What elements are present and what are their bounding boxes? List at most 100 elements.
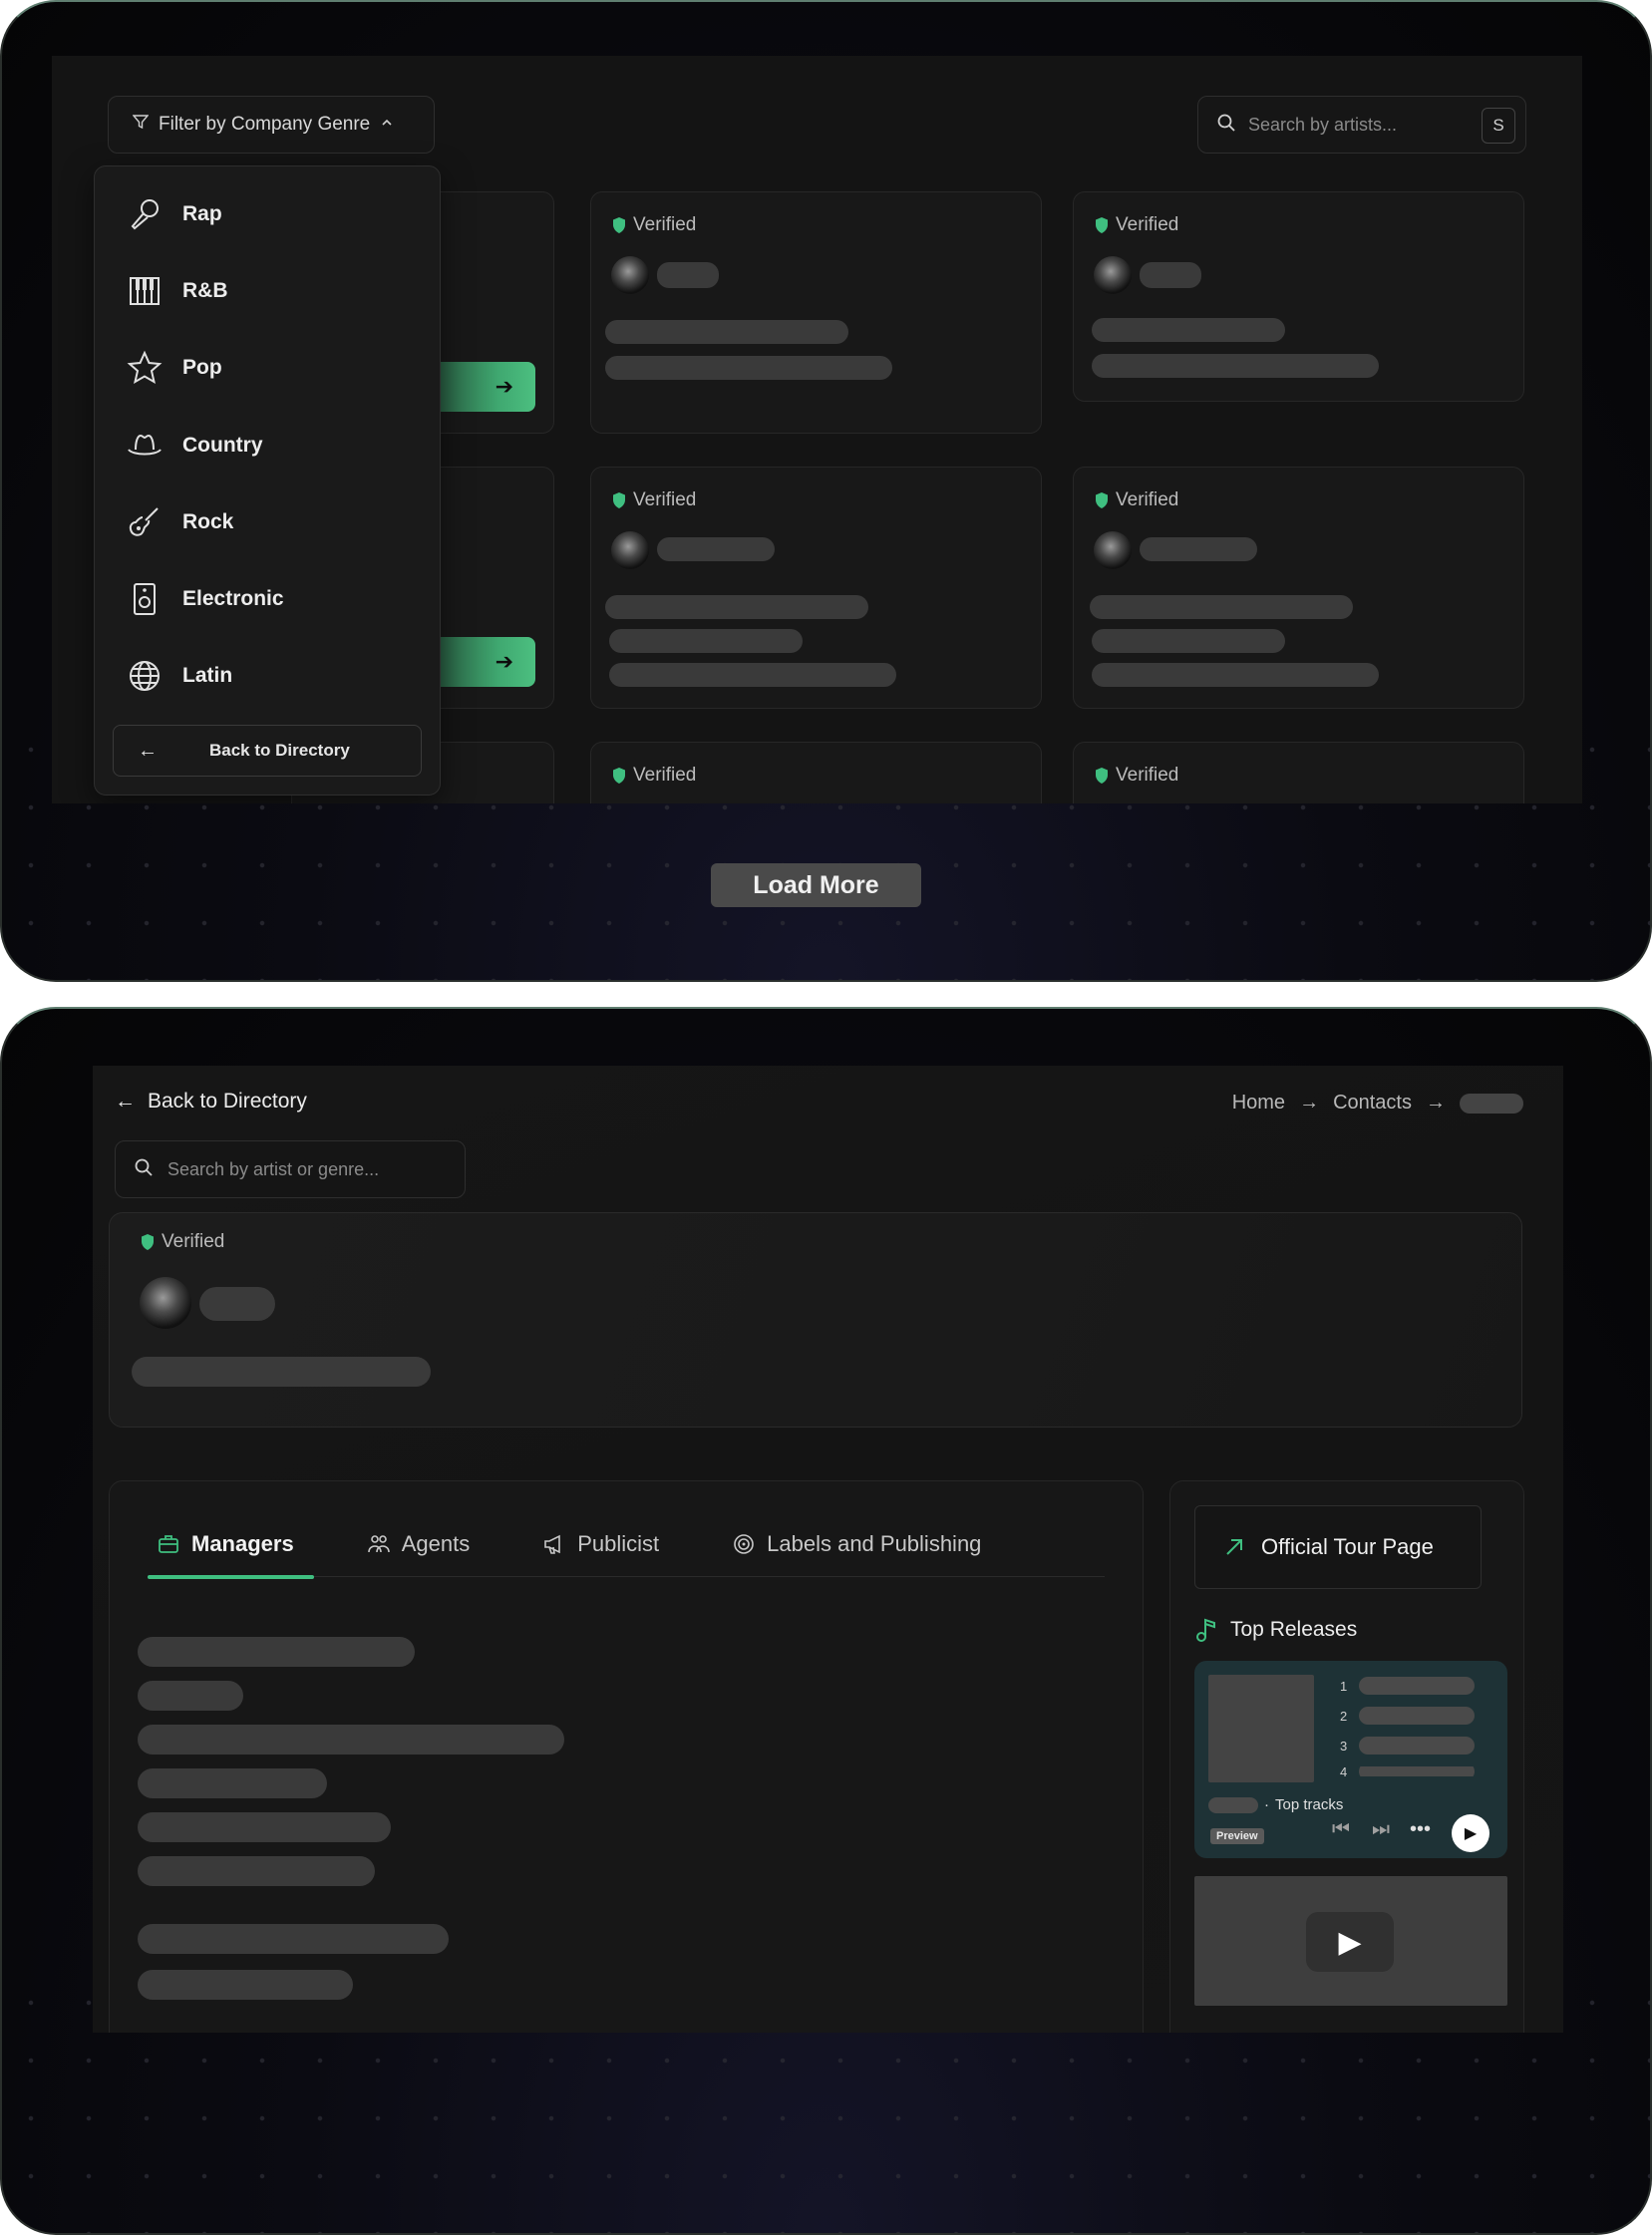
tab-publicist[interactable]: Publicist [533,1511,679,1577]
dot-separator: · [1264,1796,1269,1813]
verified-label: Verified [1116,765,1179,786]
track-row[interactable]: 1 [1340,1677,1476,1695]
genre-label: Electronic [182,587,284,610]
shield-check-icon [1096,217,1108,233]
shield-check-icon [142,1234,154,1250]
artist-card[interactable]: Verified [1073,742,1524,803]
name-skeleton [199,1287,275,1321]
genre-label: R&B [182,279,228,302]
search-shortcut-key: S [1482,108,1515,144]
back-to-directory-button[interactable]: ← Back to Directory [113,725,422,777]
track-number: 3 [1340,1738,1348,1754]
top-tracks-label: Top tracks [1275,1796,1344,1813]
top-releases-heading: Top Releases [1194,1617,1357,1643]
text-skeleton [138,1812,391,1842]
top-tracks-caption: · Top tracks [1208,1796,1343,1813]
track-title-skeleton [1359,1707,1476,1725]
artist-genre-search-input[interactable]: Search by artist or genre... [115,1140,466,1198]
arrow-left-icon: ← [115,1090,136,1113]
more-options-icon[interactable]: ••• [1410,1818,1431,1841]
genre-item-rock[interactable]: Rock [127,504,233,540]
arrow-right-icon: → [1299,1092,1320,1114]
back-label: Back to Directory [209,741,350,760]
tab-managers[interactable]: Managers [148,1511,314,1579]
device-frame-directory: Filter by Company Genre Search by artist… [0,0,1652,982]
tab-label: Labels and Publishing [767,1531,982,1556]
video-play-icon[interactable]: ▶ [1306,1912,1394,1972]
name-skeleton [1140,537,1257,561]
shield-check-icon [1096,492,1108,508]
genre-item-rap[interactable]: Rap [127,196,222,232]
text-skeleton [605,356,892,380]
artist-name-skeleton [1208,1796,1258,1813]
name-skeleton [1140,262,1201,288]
search-icon [1216,113,1236,138]
genre-label: Country [182,434,263,457]
genre-dropdown-menu: Rap R&B Pop Country Rock Electronic Lati… [94,165,441,796]
text-skeleton [609,629,803,653]
shield-check-icon [613,492,625,508]
tab-label: Agents [401,1531,471,1556]
artist-search-input[interactable]: Search by artists... S [1197,96,1526,154]
guitar-icon [129,507,159,536]
genre-label: Pop [182,356,222,379]
genre-item-latin[interactable]: Latin [127,658,232,694]
official-tour-page-button[interactable]: Official Tour Page [1194,1505,1482,1589]
shield-check-icon [1096,768,1108,784]
play-button[interactable]: ▶ [1452,1814,1489,1852]
text-skeleton [1092,663,1379,687]
verified-badge: Verified [611,765,696,787]
search-placeholder: Search by artists... [1248,114,1398,135]
next-track-icon[interactable]: ⏭ [1372,1818,1390,1841]
avatar [611,531,649,569]
text-skeleton [138,1856,375,1886]
arrow-left-icon: ← [138,739,158,762]
video-embed[interactable]: ▶ [1194,1876,1507,2006]
shield-check-icon [613,768,625,784]
track-row[interactable]: 2 [1340,1707,1476,1725]
artist-card[interactable]: Verified [590,191,1042,434]
text-skeleton [1092,318,1285,342]
tab-agents[interactable]: Agents [358,1511,491,1577]
verified-label: Verified [633,214,697,235]
genre-item-rnb[interactable]: R&B [127,273,228,309]
text-skeleton [605,320,848,344]
back-link-label: Back to Directory [148,1090,307,1113]
filter-icon [132,114,150,136]
device-frame-profile: ← Back to Directory Home → Contacts → Se… [0,1007,1652,2235]
tab-labels-publishing[interactable]: Labels and Publishing [723,1511,1001,1577]
text-skeleton [609,663,896,687]
filter-genre-button[interactable]: Filter by Company Genre [108,96,435,154]
megaphone-icon [544,1534,561,1554]
people-icon [367,1535,390,1553]
track-title-skeleton [1359,1737,1476,1755]
artist-card[interactable]: Verified [1073,191,1524,402]
load-more-button[interactable]: Load More [711,863,921,907]
music-note-icon [1196,1618,1215,1642]
artist-card[interactable]: Verified [590,742,1042,803]
track-row[interactable]: 3 [1340,1737,1476,1755]
track-row[interactable]: 4 [1340,1766,1476,1776]
verified-label: Verified [1116,214,1179,235]
breadcrumb-contacts[interactable]: Contacts [1333,1092,1412,1115]
back-to-directory-link[interactable]: ← Back to Directory [115,1090,307,1114]
text-skeleton [605,595,868,619]
genre-item-country[interactable]: Country [127,428,263,464]
artist-card[interactable]: Verified [1073,467,1524,709]
filter-label: Filter by Company Genre [159,114,371,135]
verified-badge: Verified [611,214,696,236]
artist-card[interactable]: Verified [590,467,1042,709]
genre-item-electronic[interactable]: Electronic [127,581,284,617]
contact-tabs: Managers Agents Publicist Labels and Pub… [148,1511,1105,1579]
track-number: 4 [1340,1766,1348,1776]
avatar [140,1277,191,1329]
artist-links-panel: Official Tour Page Top Releases 1 2 3 4 … [1169,1480,1524,2033]
track-title-skeleton [1359,1766,1476,1776]
tab-label: Managers [191,1531,294,1556]
genre-item-pop[interactable]: Pop [127,350,222,386]
directory-screen: Filter by Company Genre Search by artist… [52,56,1582,803]
breadcrumb-home[interactable]: Home [1232,1092,1285,1115]
track-number: 2 [1340,1708,1348,1724]
previous-track-icon[interactable]: ⏮ [1332,1818,1350,1841]
tab-label: Publicist [577,1531,660,1556]
